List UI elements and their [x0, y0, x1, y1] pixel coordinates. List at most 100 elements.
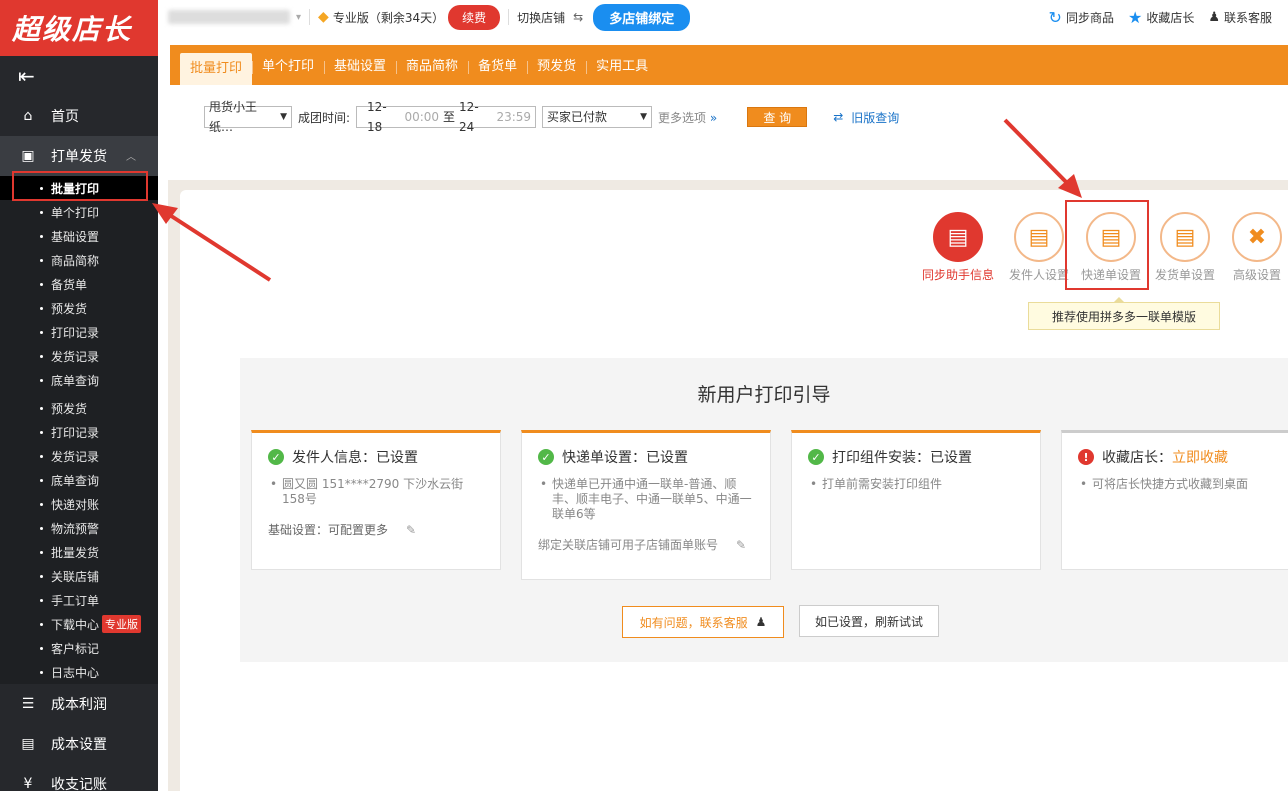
more-options-link[interactable]: 更多选项 » [658, 109, 717, 126]
tab-batch-print[interactable]: 批量打印 [180, 53, 253, 85]
edit-icon[interactable]: ✎ [406, 523, 416, 537]
guide-card-sender: ✓ 发件人信息：已设置 圆又圆 151****2790 下沙水云街158号 基础设… [251, 430, 501, 570]
top-bar: ▾ ◆ 专业版（剩余34天） 续费 切换店铺 ⇆ 多店铺绑定 ↻ 同步商品 ★ 收藏… [158, 0, 1288, 34]
date-range-input[interactable]: 12-18 00:00 至 12-24 23:59 [356, 100, 537, 134]
chevron-down-icon[interactable]: ▾ [296, 12, 301, 23]
refresh-retry-button[interactable]: 如已设置，刷新试试 [799, 605, 939, 637]
configure-more-link[interactable]: 可配置更多 [328, 523, 388, 537]
dropdown-arrow-icon: ▼ [640, 112, 648, 122]
sender-settings-tool[interactable]: ▤ 发件人设置 [999, 212, 1079, 283]
shop-name-blurred[interactable] [168, 10, 290, 24]
subnav-item[interactable]: 预发货 [0, 396, 158, 420]
card-footer-label: 基础设置： [268, 523, 329, 537]
subnav-item[interactable]: 商品简称 [0, 248, 158, 272]
contact-label: 联系客服 [1223, 10, 1272, 25]
swap-icon[interactable]: ⇆ [573, 10, 583, 24]
sync-goods-label: 同步商品 [1065, 10, 1114, 25]
double-chevron-right-icon: » [709, 110, 718, 125]
tab-basic-settings[interactable]: 基础设置 [324, 53, 396, 81]
subnav-item[interactable]: 底单查询 [0, 468, 158, 492]
sender-icon: ▤ [1014, 212, 1064, 262]
bullet-icon [40, 330, 43, 334]
tab-single-print[interactable]: 单个打印 [252, 53, 324, 81]
nav-label: 成本利润 [51, 697, 107, 713]
tab-pre-ship[interactable]: 预发货 [527, 53, 586, 81]
nav-cost-profit[interactable]: ☰ 成本利润 [0, 684, 158, 724]
subnav-item[interactable]: 发货记录 [0, 444, 158, 468]
nav-print-ship[interactable]: ▣ 打单发货 ︿ [0, 136, 158, 176]
subnav-item[interactable]: 客户标记 [0, 636, 158, 660]
yuan-icon: ¥ [23, 776, 33, 792]
express-sheet-settings-tool[interactable]: ▤ 快递单设置 [1071, 212, 1151, 283]
sync-goods-link[interactable]: ↻ 同步商品 [1049, 8, 1114, 27]
subnav-item-batch-print[interactable]: 批量打印 [0, 176, 158, 200]
sync-helper-tool[interactable]: ▤ 同步助手信息 [918, 212, 998, 283]
shop-select[interactable]: 甩货小王纸… ▼ [204, 100, 292, 134]
multi-shop-bind-button[interactable]: 多店铺绑定 [593, 3, 691, 31]
chevron-up-icon: ︿ [126, 152, 136, 163]
bullet-icon [40, 646, 43, 650]
delivery-sheet-settings-tool[interactable]: ▤ 发货单设置 [1145, 212, 1225, 283]
subnav-item[interactable]: 手工订单 [0, 588, 158, 612]
subnav-item[interactable]: 基础设置 [0, 224, 158, 248]
delivery-sheet-icon: ▤ [1160, 212, 1210, 262]
subnav-item[interactable]: 备货单 [0, 272, 158, 296]
subnav-item[interactable]: 批量发货 [0, 540, 158, 564]
subnav-item[interactable]: 发货记录 [0, 344, 158, 368]
advanced-settings-tool[interactable]: ✖ 高级设置 [1217, 212, 1288, 283]
contact-help-button[interactable]: 如有问题，联系客服 ♟ [622, 606, 784, 638]
card-item: 打单前需安装打印组件 [808, 477, 1024, 492]
old-query-link[interactable]: ⇄ 旧版查询 [833, 109, 899, 126]
bookmark-now-link[interactable]: 立即收藏 [1172, 447, 1228, 467]
subnav-item[interactable]: 打印记录 [0, 420, 158, 444]
bullet-icon [40, 550, 43, 554]
subnav-label: 关联店铺 [51, 569, 100, 584]
bullet-icon [40, 354, 43, 358]
logo[interactable]: 超级店长 [0, 0, 158, 56]
subnav-label: 快递对账 [51, 497, 100, 512]
tab-product-abbr[interactable]: 商品简称 [396, 53, 468, 81]
renew-button[interactable]: 续费 [448, 4, 501, 30]
guide-card-express: ✓ 快递单设置：已设置 快递单已开通中通一联单-普通、顺丰、顺丰电子、中通一联单5… [521, 430, 771, 580]
edit-icon[interactable]: ✎ [736, 538, 746, 552]
tab-utilities[interactable]: 实用工具 [586, 53, 658, 81]
tools-icon: ✖ [1232, 212, 1282, 262]
tab-stock-list[interactable]: 备货单 [468, 53, 527, 81]
start-time: 00:00 [404, 110, 440, 124]
nav-home[interactable]: ⌂ 首页 [0, 96, 158, 136]
subnav-label: 预发货 [51, 401, 88, 416]
subnav-item-download[interactable]: 下载中心 专业版 [0, 612, 158, 636]
settings-doc-icon: ▤ [21, 736, 35, 752]
nav-cost-settings[interactable]: ▤ 成本设置 [0, 724, 158, 764]
start-date: 12-18 [367, 100, 387, 134]
swap-arrows-icon: ⇄ [833, 110, 844, 124]
subnav-item[interactable]: 底单查询 [0, 368, 158, 392]
subnav-item[interactable]: 日志中心 [0, 660, 158, 684]
subnav-item[interactable]: 物流预警 [0, 516, 158, 540]
subnav-item[interactable]: 快递对账 [0, 492, 158, 516]
bind-shop-link[interactable]: 绑定关联店铺可用子店铺面单账号 [538, 536, 718, 553]
subnav: 批量打印 单个打印 基础设置 商品简称 备货单 预发货 打印记录 发货记录 底单… [0, 176, 158, 684]
subnav-label: 单个打印 [51, 205, 100, 220]
menu-collapse-icon[interactable]: ⇤ [0, 56, 158, 96]
subnav-item[interactable]: 预发货 [0, 296, 158, 320]
tool-label: 发货单设置 [1154, 268, 1215, 282]
bookmark-link[interactable]: ★ 收藏店长 [1128, 8, 1194, 27]
subnav-label: 日志中心 [51, 665, 100, 680]
filter-row: 甩货小王纸… ▼ 成团时间: 12-18 00:00 至 12-24 23:59 … [204, 100, 899, 134]
subnav-item[interactable]: 关联店铺 [0, 564, 158, 588]
switch-shop-label[interactable]: 切换店铺 [517, 9, 565, 26]
nav-bookkeeping[interactable]: ¥ 收支记账 [0, 764, 158, 804]
subnav-item[interactable]: 打印记录 [0, 320, 158, 344]
arrow-line [1003, 118, 1074, 190]
bullet-icon [40, 186, 43, 190]
subnav-item[interactable]: 单个打印 [0, 200, 158, 224]
order-status-select[interactable]: 买家已付款 ▼ [542, 106, 653, 128]
bullet-icon [40, 234, 43, 238]
shop-select-value: 甩货小王纸… [209, 100, 258, 134]
card-title: 快递单设置：已设置 [562, 450, 688, 466]
nav-label: 成本设置 [51, 737, 107, 753]
bullet-icon [40, 526, 43, 530]
query-button[interactable]: 查 询 [747, 107, 808, 127]
contact-service-link[interactable]: ♟ 联系客服 [1208, 9, 1272, 26]
